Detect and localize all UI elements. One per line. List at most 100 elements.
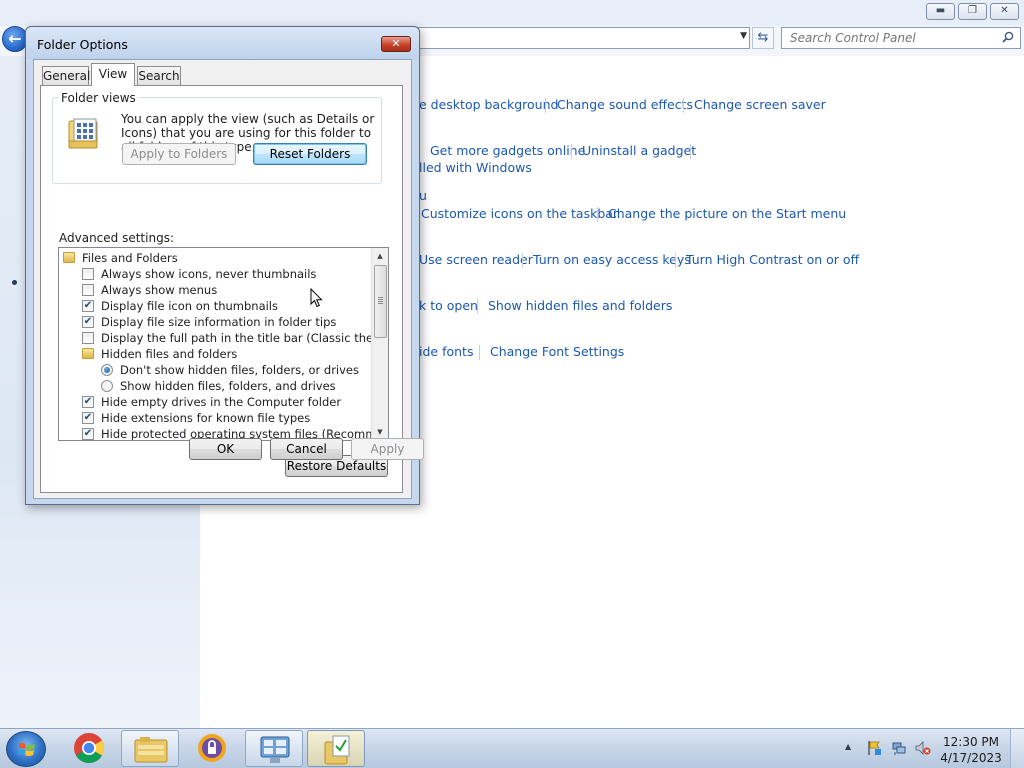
cancel-button[interactable]: Cancel: [270, 438, 343, 460]
link-use-screen-reader[interactable]: Use screen reader: [419, 252, 533, 267]
link-separator: [479, 345, 480, 360]
checkbox-checked[interactable]: ✔: [82, 300, 94, 312]
tree-checkbox-option[interactable]: Display the full path in the title bar (…: [59, 330, 388, 346]
apply-to-folders-button[interactable]: Apply to Folders: [122, 143, 236, 165]
link-change-sound-effects[interactable]: Change sound effects: [557, 97, 693, 112]
clock-date: 4/17/2023: [940, 751, 1002, 765]
address-bar[interactable]: ▼: [416, 27, 750, 49]
tree-radio-option[interactable]: Don't show hidden files, folders, or dri…: [59, 362, 369, 378]
dialog-close-button[interactable]: ✕: [381, 36, 411, 52]
sidebar-bullet: [12, 280, 17, 285]
link-desktop-background[interactable]: e desktop background: [419, 97, 558, 112]
link-change-screen-saver[interactable]: Change screen saver: [694, 97, 826, 112]
restore-window-icon: ❐: [968, 5, 977, 16]
windows-logo-icon: [18, 743, 35, 756]
tree-checkbox-option[interactable]: Always show icons, never thumbnails: [59, 266, 369, 282]
checkbox-unchecked[interactable]: [82, 268, 94, 280]
close-window-button[interactable]: ✕: [990, 3, 1019, 20]
checkbox-checked[interactable]: ✔: [82, 412, 94, 424]
tree-checkbox-option[interactable]: ✔ Display file size information in folder…: [59, 314, 369, 330]
tree-category[interactable]: Files and Folders: [59, 250, 369, 266]
advanced-settings-tree[interactable]: Files and Folders Always show icons, neve…: [58, 247, 389, 441]
checkbox-unchecked[interactable]: [82, 284, 94, 296]
close-icon: ✕: [391, 37, 401, 50]
ok-button[interactable]: OK: [189, 438, 262, 460]
tray-expand-icon[interactable]: ▲: [845, 742, 851, 751]
volume-muted-icon[interactable]: [915, 740, 931, 756]
reset-folders-button[interactable]: Reset Folders: [253, 143, 367, 165]
search-box[interactable]: [781, 27, 1021, 49]
close-icon: ✕: [1000, 5, 1009, 16]
restore-button[interactable]: ❐: [958, 3, 987, 20]
link-change-start-menu-picture[interactable]: Change the picture on the Start menu: [608, 206, 846, 221]
link-get-more-gadgets[interactable]: Get more gadgets online: [430, 143, 585, 158]
radio-unselected[interactable]: [101, 380, 113, 392]
link-separator: [545, 98, 546, 113]
taskbar-clock[interactable]: 12:30 PM 4/17/2023: [940, 734, 1002, 766]
folder-options-icon: [324, 735, 350, 765]
folder-views-label: Folder views: [59, 91, 138, 105]
tab-view[interactable]: View: [91, 63, 135, 86]
taskbar-chrome[interactable]: [60, 730, 118, 767]
tree-checkbox-option[interactable]: ✔ Hide empty drives in the Computer folde…: [59, 394, 369, 410]
tree-category[interactable]: Hidden files and folders: [59, 346, 369, 362]
link-show-hidden-files[interactable]: Show hidden files and folders: [488, 298, 672, 313]
link-easy-access-keys[interactable]: Turn on easy access keys: [533, 252, 691, 267]
action-center-flag-icon[interactable]: [866, 740, 882, 756]
taskbar-keepass[interactable]: [183, 730, 241, 767]
tree-item-label: Hide empty drives in the Computer folder: [101, 395, 342, 409]
network-icon[interactable]: [891, 740, 907, 756]
clock-time: 12:30 PM: [943, 735, 999, 749]
search-input[interactable]: [790, 31, 995, 45]
link-separator: [675, 253, 676, 268]
link-separator: [690, 144, 691, 159]
chevron-down-icon[interactable]: ▼: [740, 31, 747, 41]
tree-checkbox-option[interactable]: ✔ Hide extensions for known file types: [59, 410, 369, 426]
folder-options-dialog: Folder Options ✕ General View Search Fol…: [25, 26, 424, 505]
link-installed-with-windows[interactable]: lled with Windows: [419, 160, 532, 175]
link-hide-fonts[interactable]: ide fonts: [419, 344, 473, 359]
mouse-pointer-icon: [310, 288, 323, 308]
link-click-to-open[interactable]: k to open: [419, 298, 478, 313]
folder-views-group: Folder views You can apply the view (suc…: [52, 91, 382, 184]
tree-item-label: Show hidden files, folders, and drives: [120, 379, 336, 393]
dialog-body: General View Search Folder views You can…: [33, 59, 412, 499]
vertical-scrollbar[interactable]: ▲ ▼: [371, 248, 388, 440]
apply-button[interactable]: Apply: [351, 438, 424, 460]
category-heading-fragment[interactable]: u: [419, 188, 427, 203]
control-panel-icon: [260, 736, 290, 763]
scrollbar-thumb[interactable]: [374, 265, 387, 338]
show-desktop-button[interactable]: [1010, 729, 1024, 768]
tree-item-label: Display file size information in folder …: [101, 315, 337, 329]
start-button[interactable]: [6, 731, 46, 767]
link-change-font-settings[interactable]: Change Font Settings: [490, 344, 624, 359]
taskbar-control-panel[interactable]: [245, 730, 303, 767]
tree-item-label: Always show icons, never thumbnails: [101, 267, 317, 281]
tab-general[interactable]: General: [42, 66, 90, 85]
tree-radio-option[interactable]: Show hidden files, folders, and drives: [59, 378, 369, 394]
search-icon[interactable]: [1002, 31, 1014, 43]
minimize-icon: ▬: [935, 5, 946, 16]
radio-selected[interactable]: [101, 364, 113, 376]
tab-search[interactable]: Search: [137, 66, 181, 85]
link-separator: [522, 253, 523, 268]
link-uninstall-gadget[interactable]: Uninstall a gadget: [582, 143, 696, 158]
taskbar-folder-options[interactable]: [307, 730, 365, 767]
link-separator: [477, 299, 478, 314]
checkbox-checked[interactable]: ✔: [82, 316, 94, 328]
scroll-up-arrow-icon[interactable]: ▲: [372, 248, 388, 264]
folder-icon: [63, 252, 75, 263]
link-high-contrast[interactable]: Turn High Contrast on or off: [686, 252, 859, 267]
folder-icon: [82, 348, 94, 359]
checkbox-checked[interactable]: ✔: [82, 428, 94, 440]
checkbox-unchecked[interactable]: [82, 332, 94, 344]
minimize-button[interactable]: ▬: [926, 3, 955, 20]
taskbar-windows-explorer[interactable]: [121, 730, 179, 767]
checkbox-checked[interactable]: ✔: [82, 396, 94, 408]
tree-item-label: Hidden files and folders: [101, 347, 238, 361]
link-customize-taskbar-icons[interactable]: Customize icons on the taskbar: [421, 206, 618, 221]
dialog-titlebar[interactable]: Folder Options ✕: [26, 27, 419, 59]
refresh-button[interactable]: ⇆: [752, 27, 774, 49]
dialog-title: Folder Options: [37, 37, 128, 52]
refresh-icon: ⇆: [757, 30, 769, 45]
